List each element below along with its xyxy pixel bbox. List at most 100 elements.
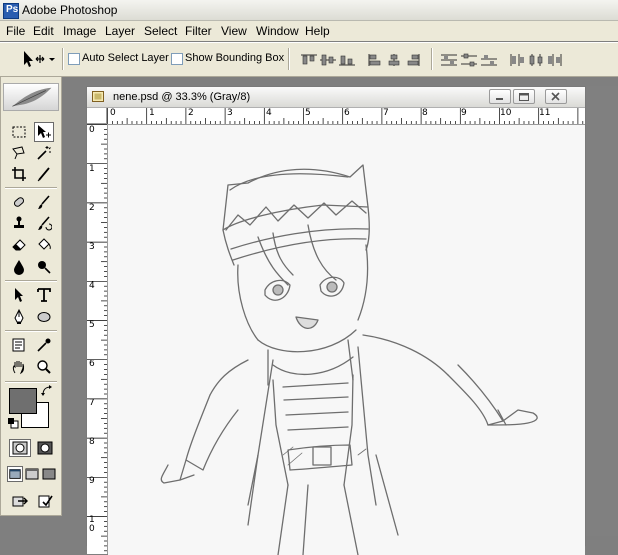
distribute-hcenter-icon[interactable]	[527, 53, 545, 67]
ruler-origin[interactable]	[87, 108, 107, 124]
ruler-left-label: 2	[89, 203, 95, 213]
workspace-background	[586, 86, 618, 536]
screen-mode-full-icon[interactable]	[41, 466, 57, 482]
eraser-icon[interactable]	[9, 234, 29, 254]
ruler-top-label: 4	[266, 108, 272, 118]
shape-icon[interactable]	[34, 307, 54, 327]
image-canvas[interactable]	[108, 125, 585, 555]
ruler-left-label: 1	[89, 164, 95, 174]
brush-icon[interactable]	[34, 192, 54, 212]
hand-icon[interactable]	[9, 357, 29, 377]
ruler-left-label: 0	[89, 125, 95, 135]
marquee-icon[interactable]	[9, 122, 29, 142]
ruler-top-label: 6	[344, 108, 350, 118]
blur-icon[interactable]	[9, 257, 29, 277]
ruler-left-label: 9	[89, 476, 95, 486]
healing-brush-icon[interactable]	[9, 192, 29, 212]
align-left-icon[interactable]	[366, 53, 384, 67]
ruler-top-label: 8	[422, 108, 428, 118]
zoom-icon[interactable]	[34, 357, 54, 377]
lasso-icon[interactable]	[9, 143, 29, 163]
default-colors-icon[interactable]	[7, 417, 19, 429]
document-window: nene.psd @ 33.3% (Gray/8) 0 1 2 3 4 5 6 …	[86, 86, 586, 555]
bounding-box-label: Show Bounding Box	[185, 52, 285, 64]
menu-help[interactable]: Help	[305, 24, 330, 38]
align-hcenter-icon[interactable]	[385, 53, 403, 67]
menu-file[interactable]: File	[6, 24, 25, 38]
type-icon[interactable]	[34, 285, 54, 305]
menu-view[interactable]: View	[221, 24, 247, 38]
menu-image[interactable]: Image	[63, 24, 96, 38]
bounding-box-checkbox[interactable]	[171, 53, 183, 65]
distribute-top-icon[interactable]	[440, 53, 458, 67]
document-title: nene.psd @ 33.3% (Gray/8)	[113, 91, 251, 103]
ruler-top-label: 3	[227, 108, 233, 118]
move-icon[interactable]	[34, 122, 54, 142]
notes-icon[interactable]	[9, 335, 29, 355]
jump-to-imageready-icon[interactable]	[9, 491, 31, 511]
feather-logo-icon[interactable]	[3, 83, 59, 111]
psd-file-icon	[92, 91, 104, 102]
ruler-left-label: 4	[89, 281, 95, 291]
close-button[interactable]	[545, 89, 567, 104]
eyedropper-icon[interactable]	[34, 335, 54, 355]
path-select-icon[interactable]	[9, 285, 29, 305]
swap-colors-icon[interactable]	[41, 385, 53, 397]
toolbox	[0, 76, 62, 516]
ruler-left-label: 6	[89, 359, 95, 369]
crop-icon[interactable]	[9, 164, 29, 184]
horizontal-ruler[interactable]: 0 1 2 3 4 5 6 7 8 9 10 11	[107, 108, 585, 125]
pen-icon[interactable]	[9, 307, 29, 327]
standard-mode-icon[interactable]	[9, 439, 31, 457]
dodge-icon[interactable]	[34, 257, 54, 277]
ruler-top-label: 10	[500, 108, 512, 118]
distribute-vcenter-icon[interactable]	[460, 53, 478, 67]
auto-select-checkbox[interactable]	[68, 53, 80, 65]
align-vcenter-icon[interactable]	[319, 53, 337, 67]
auto-select-label: Auto Select Layer	[82, 52, 169, 64]
history-brush-icon[interactable]	[34, 213, 54, 233]
ruler-left-label: 8	[89, 437, 95, 447]
align-right-icon[interactable]	[404, 53, 422, 67]
photoshop-icon: Ps	[3, 3, 19, 19]
align-bottom-icon[interactable]	[338, 53, 356, 67]
ruler-top-label: 0	[110, 108, 116, 118]
minimize-button[interactable]	[489, 89, 511, 104]
sketch-drawing	[160, 164, 538, 555]
vertical-ruler[interactable]: 0 1 2 3 4 5 6 7 8 9 1 0	[87, 124, 108, 554]
ruler-left-label: 0	[89, 524, 95, 534]
distribute-right-icon[interactable]	[546, 53, 564, 67]
distribute-left-icon[interactable]	[508, 53, 526, 67]
foreground-color-swatch[interactable]	[9, 388, 37, 414]
ruler-top-label: 9	[461, 108, 467, 118]
ruler-top-label: 2	[188, 108, 194, 118]
menu-bar: File Edit Image Layer Select Filter View…	[0, 21, 618, 41]
distribute-bottom-icon[interactable]	[480, 53, 498, 67]
clone-stamp-icon[interactable]	[9, 213, 29, 233]
ruler-left-label: 3	[89, 242, 95, 252]
ruler-top-label: 5	[305, 108, 311, 118]
ruler-left-label: 5	[89, 320, 95, 330]
app-title: Adobe Photoshop	[22, 3, 118, 17]
move-tool-preset-icon[interactable]	[18, 49, 56, 69]
options-bar: Auto Select Layer Show Bounding Box	[0, 42, 618, 77]
ruler-top-label: 11	[539, 108, 551, 118]
screen-mode-full-menu-icon[interactable]	[24, 466, 40, 482]
magic-wand-icon[interactable]	[34, 143, 54, 163]
app-title-bar: Ps Adobe Photoshop	[0, 0, 618, 21]
menu-filter[interactable]: Filter	[185, 24, 212, 38]
maximize-button[interactable]	[513, 89, 535, 104]
ruler-left-label: 7	[89, 398, 95, 408]
paint-bucket-icon[interactable]	[34, 234, 54, 254]
ruler-top-label: 1	[149, 108, 155, 118]
imageready-icon[interactable]	[34, 491, 56, 511]
menu-layer[interactable]: Layer	[105, 24, 135, 38]
quick-mask-icon[interactable]	[34, 439, 56, 457]
menu-edit[interactable]: Edit	[33, 24, 54, 38]
menu-select[interactable]: Select	[144, 24, 177, 38]
document-title-bar[interactable]: nene.psd @ 33.3% (Gray/8)	[87, 87, 585, 108]
menu-window[interactable]: Window	[256, 24, 299, 38]
align-top-icon[interactable]	[300, 53, 318, 67]
screen-mode-standard-icon[interactable]	[7, 466, 23, 482]
slice-icon[interactable]	[34, 164, 54, 184]
